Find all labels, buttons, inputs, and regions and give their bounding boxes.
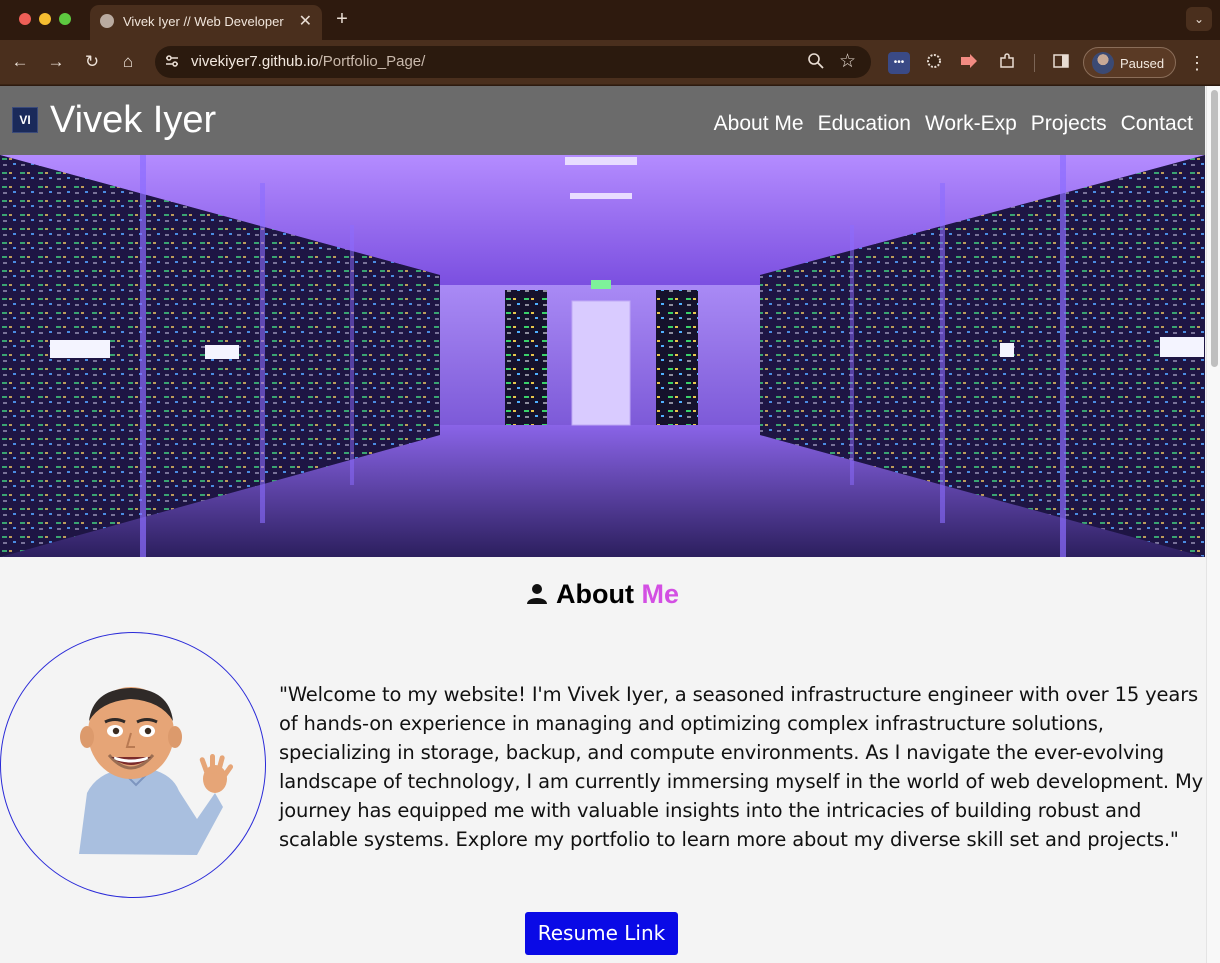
profile-status: Paused: [1120, 56, 1165, 71]
nav-contact[interactable]: Contact: [1121, 112, 1193, 136]
browser-menu-icon[interactable]: ⋮: [1186, 52, 1208, 74]
site-settings-icon[interactable]: [164, 53, 180, 72]
nav-projects[interactable]: Projects: [1031, 112, 1107, 136]
site-logo[interactable]: VI: [12, 107, 38, 133]
nav-work-exp[interactable]: Work-Exp: [925, 112, 1017, 136]
scrollbar-thumb[interactable]: [1211, 90, 1218, 367]
new-tab-button[interactable]: +: [329, 8, 355, 32]
url-path: /Portfolio_Page/: [318, 53, 426, 70]
profile-avatar: [1092, 52, 1114, 74]
close-tab-icon[interactable]: ✕: [299, 11, 312, 31]
globe-icon: [100, 14, 114, 28]
profile-button[interactable]: Paused: [1083, 47, 1176, 78]
active-tab[interactable]: Vivek Iyer // Web Developer ✕: [90, 5, 322, 40]
resume-link-button[interactable]: Resume Link: [525, 912, 678, 955]
browser-tab-bar: Vivek Iyer // Web Developer ✕ + ⌄: [0, 0, 1220, 40]
reload-icon[interactable]: ↻: [80, 50, 104, 74]
about-heading-accent: Me: [641, 579, 679, 609]
page-viewport: VI Vivek Iyer About Me Education Work-Ex…: [0, 86, 1220, 963]
side-panel-icon[interactable]: [1050, 52, 1072, 74]
extension-arrow-icon[interactable]: [958, 52, 980, 74]
extension-dots-icon[interactable]: •••: [888, 52, 910, 74]
profile-avatar-image: [0, 632, 266, 898]
about-heading: About Me: [526, 579, 679, 610]
url-text: vivekiyer7.github.io/Portfolio_Page/: [191, 53, 425, 70]
bookmark-star-icon[interactable]: ☆: [839, 50, 856, 73]
site-title[interactable]: Vivek Iyer: [50, 99, 216, 142]
home-icon[interactable]: ⌂: [116, 50, 140, 74]
site-nav: About Me Education Work-Exp Projects Con…: [714, 112, 1193, 136]
url-host: vivekiyer7.github.io: [191, 53, 319, 70]
close-window-button[interactable]: [19, 13, 31, 25]
hero-image: [0, 155, 1205, 557]
address-bar[interactable]: vivekiyer7.github.io/Portfolio_Page/ ☆: [155, 46, 871, 78]
nav-education[interactable]: Education: [818, 112, 911, 136]
tab-search-icon[interactable]: ⌄: [1186, 7, 1212, 31]
about-bio: "Welcome to my website! I'm Vivek Iyer, …: [279, 683, 1204, 851]
extensions-puzzle-icon[interactable]: [996, 52, 1018, 74]
site-header: VI Vivek Iyer About Me Education Work-Ex…: [0, 86, 1205, 155]
nav-about-me[interactable]: About Me: [714, 112, 804, 136]
minimize-window-button[interactable]: [39, 13, 51, 25]
forward-icon[interactable]: →: [44, 50, 68, 74]
tab-title: Vivek Iyer // Web Developer: [123, 14, 284, 29]
page-scrollbar[interactable]: [1206, 86, 1220, 963]
server-room-illustration: [0, 155, 1205, 557]
zoom-icon[interactable]: [807, 52, 825, 75]
toolbar-divider: [1034, 54, 1035, 72]
back-icon[interactable]: ←: [8, 50, 32, 74]
maximize-window-button[interactable]: [59, 13, 71, 25]
extension-circle-icon[interactable]: [923, 52, 945, 74]
about-heading-main: About: [556, 579, 634, 609]
browser-toolbar: ← → ↻ ⌂ vivekiyer7.github.io/Portfolio_P…: [0, 40, 1220, 85]
user-icon: [527, 584, 547, 604]
bitmoji-avatar: [79, 687, 234, 855]
